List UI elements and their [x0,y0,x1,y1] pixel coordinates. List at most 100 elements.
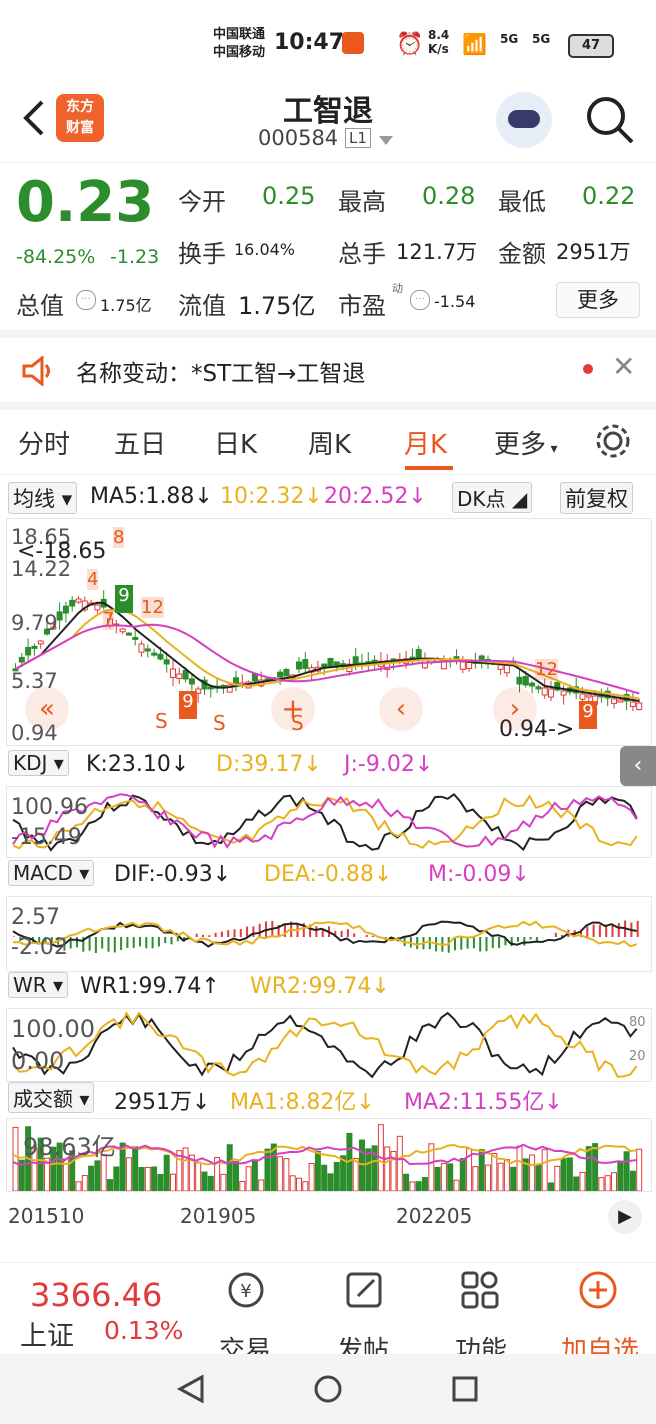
macd-bar [372,935,375,937]
macd-bar [346,929,349,937]
candle [188,678,195,685]
candle [163,659,170,665]
volume-bar [107,1179,113,1191]
volume-bar [415,1181,422,1191]
macd-bar [454,937,456,951]
macd-y-max: 2.57 [11,905,60,930]
macd-bar [176,937,179,942]
candle [296,661,302,670]
robot-assistant-icon[interactable] [496,92,552,148]
kdj-d-value: D:39.17↓ [216,752,322,777]
index-name[interactable]: 上证 [20,1314,74,1353]
turnover-value: 16.04% [234,240,296,259]
level-badge[interactable]: L1 [345,128,371,148]
candle [119,628,126,633]
trade-icon[interactable]: ¥ [226,1270,266,1310]
candle [548,688,554,698]
candle [503,665,510,674]
volume-bar [333,1161,340,1191]
signal-2: 5G [532,32,551,46]
volume-bar [75,1181,82,1191]
y-axis-3: 9.79 [11,611,58,635]
volume-bar [144,1166,151,1191]
turnover-label: 换手 [178,240,226,268]
candle [176,673,183,679]
tab-weekly[interactable]: 周K [308,424,351,461]
volume-chart[interactable]: 98.63亿 [6,1118,652,1192]
pe-info-icon[interactable]: ··· [410,290,430,310]
volume-bar [239,1180,246,1191]
volume-bar [491,1153,498,1191]
candle [327,657,334,667]
macd-dropdown[interactable]: MACD ▾ [8,860,95,886]
scroll-left-icon[interactable]: ‹ [379,687,423,731]
scroll-right-icon[interactable]: › [493,687,537,731]
kdj-chart[interactable]: 100.96 -15.49 [6,786,652,858]
macd-bar [132,937,135,948]
volume-bar [170,1173,176,1191]
volume-bar [529,1154,536,1191]
nav-back-icon[interactable] [176,1374,206,1404]
adjust-mode-button[interactable]: 前复权 [560,482,633,514]
active-tab-indicator [405,466,453,470]
nav-recent-icon[interactable] [450,1374,480,1404]
x-axis-mid: 201905 [180,1204,257,1228]
net-speed: 8.4 K/s [428,28,450,56]
volume-bar [560,1158,567,1191]
tab-daily[interactable]: 日K [214,424,257,461]
settings-gear-icon[interactable] [594,422,632,460]
ma-dropdown[interactable]: 均线 ▾ [8,482,78,514]
sell-signal: S [291,711,304,735]
candle [18,656,25,663]
candle [56,611,63,621]
info-icon[interactable]: ··· [76,290,96,310]
tab-5day[interactable]: 五日 [114,424,166,461]
volume-bar [592,1143,599,1191]
volume-legend-row: 成交额 ▾ 2951万↓ MA1:8.82亿↓ MA2:11.55亿↓ [0,1082,656,1116]
scroll-start-icon[interactable]: « [25,687,69,731]
macd-bar [113,937,116,953]
notice-bar[interactable]: 名称变动：*ST工智→工智退 ✕ [0,338,656,402]
candle [94,604,101,611]
volume-bar [503,1159,510,1191]
function-grid-icon[interactable] [460,1270,500,1310]
tab-intraday[interactable]: 分时 [18,424,70,461]
chevron-down-icon[interactable] [379,136,393,145]
volume-label: 总手 [338,240,386,268]
play-forward-icon[interactable]: ▶ [608,1200,642,1234]
macd-bar [523,937,526,946]
search-button[interactable] [584,94,636,150]
tab-more[interactable]: 更多 ▾ [494,424,558,461]
candle [25,646,32,656]
volume-bar [516,1145,523,1191]
macd-chart[interactable]: 2.57 -2.02 [6,896,652,972]
candle [333,661,340,666]
wr-dropdown[interactable]: WR ▾ [8,972,69,998]
kdj-legend-row: KDJ ▾ K:23.10↓ D:39.17↓ J:-9.02↓ [0,750,656,784]
volume-bar [220,1173,227,1191]
volume-dropdown[interactable]: 成交额 ▾ [8,1082,95,1113]
volume-bar [163,1154,170,1191]
volume-bar [182,1147,189,1191]
kdj-dropdown[interactable]: KDJ ▾ [8,750,69,776]
status-bar: 中国联通 中国移动 10:47 ⏰ 8.4 K/s 📶 5G 5G 47 [0,0,656,80]
add-favorite-icon[interactable] [578,1270,618,1310]
change-abs: -1.23 [110,246,160,268]
dk-dropdown[interactable]: DK点 ◢ [452,482,533,513]
count-mark: 12 [141,597,164,618]
post-edit-icon[interactable] [344,1270,384,1310]
tab-monthly[interactable]: 月K [404,424,447,461]
close-icon[interactable]: ✕ [612,350,635,383]
macd-bar [416,937,419,950]
macd-bar [151,937,154,949]
index-value[interactable]: 3366.46 [30,1276,162,1314]
more-quote-button[interactable]: 更多 [556,282,640,318]
nav-home-icon[interactable] [313,1374,343,1404]
candle [138,643,145,653]
wr-chart[interactable]: 100.00 0.00 80 20 [6,1008,652,1082]
kline-chart[interactable]: 18.65 <-18.65 14.22 9.79 5.37 0.94 0.94-… [6,518,652,746]
kdj-canvas [12,792,638,852]
unread-dot [583,364,593,374]
expand-panel-icon[interactable]: ‹ [620,746,656,786]
volume-bar [611,1172,617,1191]
